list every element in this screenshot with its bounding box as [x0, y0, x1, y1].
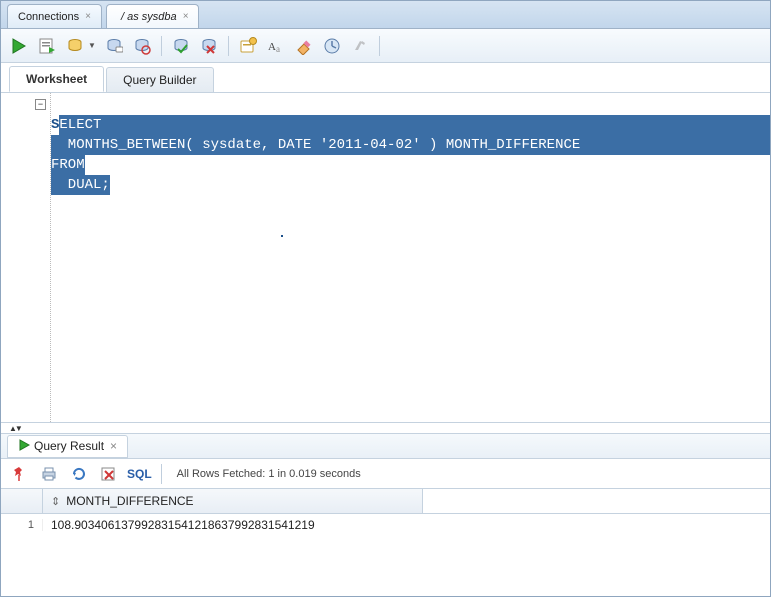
sql-link[interactable]: SQL [127, 467, 152, 481]
result-tab-strip: Query Result × [1, 433, 770, 459]
tab-label: Connections [18, 11, 79, 23]
rownum-header [1, 489, 43, 513]
cell-value: 108.903406137992831541218637992831541219 [43, 518, 423, 532]
tab-connections[interactable]: Connections × [7, 4, 102, 28]
code-char: S [51, 115, 59, 135]
code-line: ELECT [59, 115, 770, 135]
refresh-button[interactable] [67, 462, 91, 486]
grid-header-row: ⇕ MONTH_DIFFERENCE [1, 489, 770, 514]
tab-label: / as sysdba [121, 11, 177, 23]
print-button[interactable] [37, 462, 61, 486]
fold-toggle-icon[interactable]: − [35, 99, 46, 110]
svg-text:a: a [276, 44, 280, 54]
autotrace-button[interactable] [63, 34, 87, 58]
tab-query-builder[interactable]: Query Builder [106, 67, 213, 92]
separator [228, 36, 229, 56]
tab-query-result[interactable]: Query Result × [7, 435, 128, 458]
sort-icon[interactable]: ⇕ [51, 495, 60, 508]
run-script-button[interactable] [35, 34, 59, 58]
commit-button[interactable] [169, 34, 193, 58]
code-line: MONTHS_BETWEEN( sysdate, DATE '2011-04-0… [51, 135, 770, 155]
result-grid: ⇕ MONTH_DIFFERENCE 1 108.903406137992831… [1, 489, 770, 536]
close-icon[interactable]: × [110, 439, 117, 453]
column-label: MONTH_DIFFERENCE [66, 494, 193, 508]
separator [161, 36, 162, 56]
dropdown-arrow-icon[interactable]: ▼ [88, 41, 96, 50]
code-line: DUAL; [51, 175, 110, 195]
settings-button[interactable] [348, 34, 372, 58]
pane-splitter[interactable]: ▲▼ [1, 423, 770, 433]
clear-button[interactable] [292, 34, 316, 58]
close-icon[interactable]: × [85, 11, 91, 22]
cursor-dot [281, 235, 283, 237]
separator [379, 36, 380, 56]
editor-gutter: − [1, 93, 51, 422]
collapse-up-icon[interactable]: ▲▼ [9, 424, 21, 433]
rollback-button[interactable] [197, 34, 221, 58]
play-icon [18, 439, 30, 454]
svg-text:A: A [268, 41, 276, 53]
tab-worksheet[interactable]: Worksheet [9, 66, 104, 92]
result-tab-label: Query Result [34, 439, 104, 453]
fetch-status-text: All Rows Fetched: 1 in 0.019 seconds [177, 468, 361, 480]
column-header[interactable]: ⇕ MONTH_DIFFERENCE [43, 489, 423, 513]
sql-editor[interactable]: − SELECT MONTHS_BETWEEN( sysdate, DATE '… [1, 93, 770, 423]
explain-plan-button[interactable] [102, 34, 126, 58]
sql-history-button[interactable] [320, 34, 344, 58]
delete-row-button[interactable] [97, 462, 121, 486]
run-statement-button[interactable] [7, 34, 31, 58]
pin-button[interactable] [7, 462, 31, 486]
sql-tuning-button[interactable] [130, 34, 154, 58]
result-toolbar: SQL All Rows Fetched: 1 in 0.019 seconds [1, 459, 770, 489]
to-uppercase-button[interactable]: Aa [264, 34, 288, 58]
close-icon[interactable]: × [183, 11, 189, 22]
separator [161, 464, 162, 484]
tab-as-sysdba[interactable]: / as sysdba × [106, 4, 199, 28]
worksheet-toolbar: ▼ Aa [1, 29, 770, 63]
table-row[interactable]: 1 108.9034061379928315412186379928315412… [1, 514, 770, 536]
row-number: 1 [1, 519, 43, 531]
worksheet-tab-strip: Worksheet Query Builder [1, 67, 770, 93]
code-content[interactable]: SELECT MONTHS_BETWEEN( sysdate, DATE '20… [51, 93, 770, 422]
unshared-worksheet-button[interactable] [236, 34, 260, 58]
connection-tab-strip: Connections × / as sysdba × [1, 1, 770, 29]
code-line: FROM [51, 155, 85, 175]
